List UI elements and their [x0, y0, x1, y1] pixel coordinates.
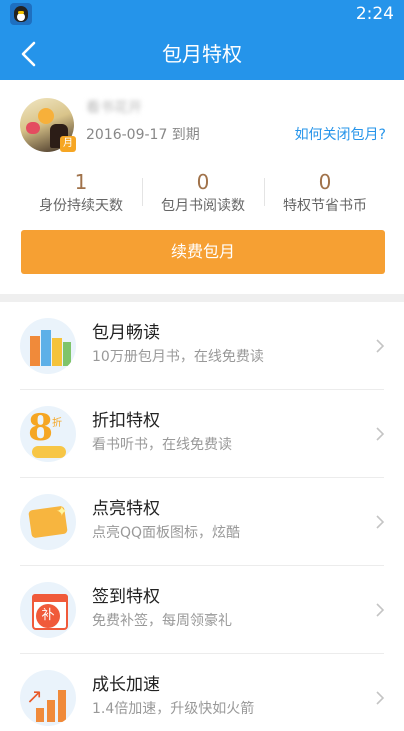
page-title: 包月特权	[162, 42, 242, 66]
expire-date: 2016-09-17 到期	[86, 127, 200, 143]
item-title: 折扣特权	[92, 411, 160, 431]
stat-value: 1	[74, 170, 88, 194]
checkin-icon: 补	[20, 582, 76, 638]
stats-row: 1 身份持续天数 0 包月书阅读数 0 特权节省书币	[20, 170, 386, 218]
chevron-right-icon	[372, 514, 388, 530]
item-title: 成长加速	[92, 675, 160, 695]
item-title: 包月畅读	[92, 323, 160, 343]
how-to-cancel-link[interactable]: 如何关闭包月?	[295, 126, 386, 144]
back-button[interactable]	[12, 36, 48, 72]
item-subtitle: 点亮QQ面板图标，炫酷	[92, 525, 241, 541]
back-arrow-icon	[21, 41, 36, 67]
membership-profile: 月 看书花开 2016-09-17 到期 如何关闭包月? 1 身份持续天数 0 …	[0, 80, 404, 294]
username: 看书花开	[86, 100, 142, 116]
renew-subscription-button[interactable]: 续费包月	[21, 230, 385, 274]
list-item-monthly-reading[interactable]: 包月畅读 10万册包月书，在线免费读	[0, 302, 404, 390]
item-subtitle: 10万册包月书，在线免费读	[92, 349, 264, 365]
books-icon	[20, 318, 76, 374]
stat-value: 0	[196, 170, 210, 194]
section-divider	[0, 294, 404, 302]
privileges-list: 包月畅读 10万册包月书，在线免费读 8 折 折扣特权 看书听书，在线免费读 ✦…	[0, 302, 404, 731]
list-item-light-up[interactable]: ✦ 点亮特权 点亮QQ面板图标，炫酷	[0, 478, 404, 566]
list-item-checkin[interactable]: 补 签到特权 免费补签，每周领豪礼	[0, 566, 404, 654]
status-bar: 2:24	[0, 0, 404, 28]
item-subtitle: 免费补签，每周领豪礼	[92, 613, 232, 629]
qq-penguin-icon	[10, 3, 32, 25]
item-title: 点亮特权	[92, 499, 160, 519]
item-subtitle: 看书听书，在线免费读	[92, 437, 232, 453]
stat-value: 0	[318, 170, 332, 194]
discount-icon: 8 折	[20, 406, 76, 462]
stat-label: 特权节省书币	[283, 198, 367, 214]
item-subtitle: 1.4倍加速，升级快如火箭	[92, 701, 255, 717]
chevron-right-icon	[372, 602, 388, 618]
stat-identity-days: 1 身份持续天数	[20, 170, 142, 218]
list-item-discount[interactable]: 8 折 折扣特权 看书听书，在线免费读	[0, 390, 404, 478]
chevron-right-icon	[372, 338, 388, 354]
monthly-badge: 月	[60, 136, 76, 152]
list-item-growth[interactable]: ↗ 成长加速 1.4倍加速，升级快如火箭	[0, 654, 404, 731]
stat-books-read: 0 包月书阅读数	[142, 170, 264, 218]
growth-icon: ↗	[20, 670, 76, 726]
chevron-right-icon	[372, 690, 388, 706]
light-up-icon: ✦	[20, 494, 76, 550]
chevron-right-icon	[372, 426, 388, 442]
stat-label: 身份持续天数	[39, 198, 123, 214]
item-title: 签到特权	[92, 587, 160, 607]
status-time: 2:24	[355, 4, 394, 24]
top-app-bar: 包月特权	[0, 28, 404, 80]
stat-label: 包月书阅读数	[161, 198, 245, 214]
stat-coins-saved: 0 特权节省书币	[264, 170, 386, 218]
